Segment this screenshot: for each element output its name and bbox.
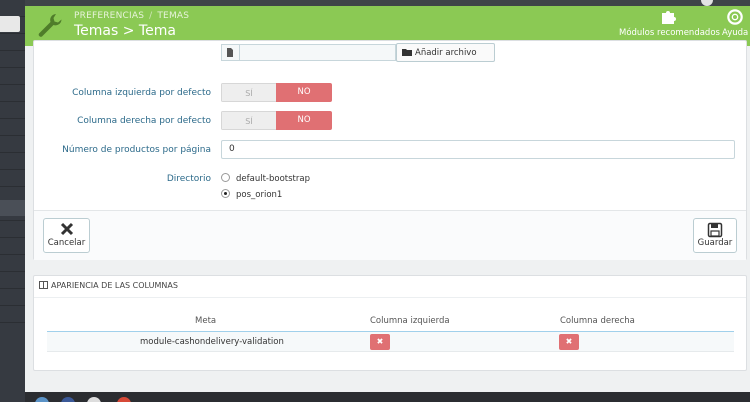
- breadcrumb: PREFERENCIAS / TEMAS: [74, 11, 190, 21]
- column-header-meta: Meta: [195, 316, 217, 326]
- cancel-label: Cancelar: [47, 238, 86, 248]
- top-strip: [25, 0, 750, 6]
- directory-option-label: default-bootstrap: [236, 174, 310, 184]
- directory-option[interactable]: pos_orion1: [221, 189, 282, 200]
- floppy-disk-icon: [694, 219, 736, 238]
- sidebar-item-active[interactable]: [0, 16, 20, 32]
- column-header-right: Columna derecha: [560, 316, 635, 326]
- breadcrumb-item[interactable]: PREFERENCIAS: [74, 11, 144, 21]
- cancel-button[interactable]: Cancelar: [43, 218, 90, 253]
- help-button[interactable]: Ayuda: [722, 9, 748, 38]
- radio-button[interactable]: [221, 173, 230, 182]
- file-path-input[interactable]: [239, 44, 396, 61]
- recommended-modules-label: Módulos recomendados: [619, 28, 720, 38]
- help-label: Ayuda: [722, 28, 749, 38]
- toggle-no[interactable]: NO: [276, 111, 332, 130]
- toggle-yes[interactable]: SÍ: [221, 111, 276, 130]
- toggle-no[interactable]: NO: [276, 83, 332, 102]
- dock-app-icon[interactable]: [35, 397, 49, 402]
- panel-title: APARIENCIA DE LAS COLUMNAS: [51, 281, 178, 290]
- breadcrumb-item[interactable]: TEMAS: [157, 11, 189, 21]
- meta-cell: module-cashondelivery-validation: [140, 337, 284, 347]
- directory-option-label: pos_orion1: [236, 190, 283, 200]
- left-column-default-toggle[interactable]: SÍ NO: [221, 83, 332, 102]
- file-upload-row: Añadir archivo: [221, 43, 495, 62]
- left-column-default-label: Columna izquierda por defecto: [72, 88, 211, 98]
- directory-option[interactable]: default-bootstrap: [221, 173, 310, 184]
- add-file-label: Añadir archivo: [415, 48, 477, 58]
- lifebuoy-icon: [727, 9, 743, 25]
- admin-sidebar: [0, 0, 25, 402]
- dock-app-icon[interactable]: [117, 397, 131, 402]
- sidebar-item-highlighted[interactable]: [0, 200, 25, 216]
- form-footer: [34, 210, 746, 260]
- divider: [34, 297, 746, 298]
- left-column-disabled-icon[interactable]: ✖: [370, 334, 390, 350]
- page-title: Temas > Tema: [74, 23, 176, 39]
- save-label: Guardar: [697, 238, 733, 248]
- radio-button[interactable]: [221, 189, 230, 198]
- dock-app-icon[interactable]: [61, 397, 75, 402]
- right-column-default-label: Columna derecha por defecto: [77, 116, 211, 126]
- folder-open-icon: [402, 49, 412, 56]
- add-file-button[interactable]: Añadir archivo: [396, 43, 495, 62]
- right-column-default-toggle[interactable]: SÍ NO: [221, 111, 332, 130]
- panel-heading: APARIENCIA DE LAS COLUMNAS: [39, 281, 178, 290]
- column-header-left: Columna izquierda: [370, 316, 450, 326]
- save-button[interactable]: Guardar: [693, 218, 737, 253]
- products-per-page-input[interactable]: 0: [221, 140, 735, 159]
- wrench-icon: [38, 14, 62, 37]
- dock-bar: [25, 392, 750, 402]
- cancel-x-icon: [44, 219, 89, 238]
- book-icon: [39, 281, 48, 289]
- file-icon: [221, 44, 239, 61]
- right-column-disabled-icon[interactable]: ✖: [559, 334, 579, 350]
- puzzle-icon: [662, 11, 677, 24]
- directory-label: Directorio: [166, 174, 211, 184]
- dock-app-icon[interactable]: [87, 397, 101, 402]
- recommended-modules-button[interactable]: Módulos recomendados: [619, 9, 720, 38]
- toggle-yes[interactable]: SÍ: [221, 83, 276, 102]
- products-per-page-label: Número de productos por página: [62, 145, 211, 155]
